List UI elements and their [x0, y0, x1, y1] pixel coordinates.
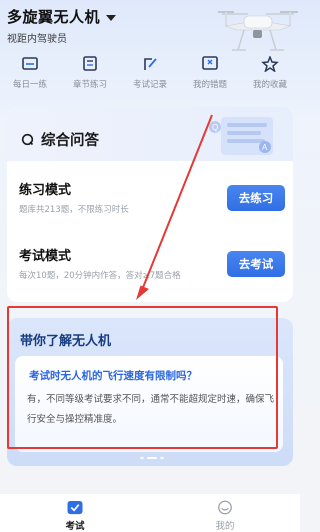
edit-icon: [144, 58, 157, 70]
app-title: 多旋翼无人机: [7, 8, 101, 26]
go-practice-button[interactable]: 去练习: [227, 185, 285, 211]
qa-card-header: 综合问答 Q A: [7, 107, 293, 161]
exam-icon: [67, 500, 83, 515]
quick-nav-label: 考试记录: [132, 80, 167, 90]
quick-nav-label: 我的错题: [192, 80, 227, 90]
svg-text:Q: Q: [212, 123, 218, 132]
practice-mode-row: 练习模式 题库共213题，不限练习时长 去练习: [19, 179, 285, 227]
quick-nav-chapter[interactable]: 章节练习: [60, 56, 120, 100]
quick-nav-daily[interactable]: 每日一练: [0, 56, 60, 100]
quick-nav-label: 每日一练: [12, 80, 47, 90]
tab-exam-label: 考试: [65, 521, 85, 532]
qa-card-title: 综合问答: [41, 133, 99, 149]
qa-illustration: Q A: [209, 117, 273, 155]
carousel-dot: [140, 457, 144, 459]
quick-nav-wrong[interactable]: 我的错题: [180, 56, 240, 100]
exam-mode-row: 考试模式 每次10题，20分钟内作答，答对≥7题合格 去考试: [19, 245, 285, 293]
tab-profile[interactable]: 我的: [150, 494, 300, 532]
practice-mode-desc: 题库共213题，不限练习时长: [19, 205, 129, 215]
wrong-icon: [202, 56, 218, 70]
license-subtitle: 视距内驾驶员: [7, 34, 67, 45]
list-icon: [83, 56, 97, 71]
svg-text:A: A: [262, 143, 268, 152]
carousel-dot: [160, 457, 164, 459]
exam-mode-title: 考试模式: [19, 249, 72, 264]
bottom-tab-bar: 考试 我的: [0, 494, 300, 532]
practice-mode-title: 练习模式: [19, 183, 72, 198]
chat-icon: [21, 133, 34, 146]
qa-card: 综合问答 Q A 练习模式 题库共213题，不限练习时长 去练习 考试模式 每次…: [7, 107, 293, 302]
header: 多旋翼无人机 视距内驾驶员: [0, 0, 300, 64]
exam-mode-desc: 每次10题，20分钟内作答，答对≥7题合格: [19, 271, 181, 281]
quick-nav-label: 我的收藏: [252, 80, 287, 90]
drone-intro-card[interactable]: 带你了解无人机 考试时无人机的飞行速度有限制吗？ 有，不同等级考试要求不同，通常…: [7, 318, 293, 466]
quick-nav-favorites[interactable]: 我的收藏: [240, 56, 300, 100]
intro-card-title: 带你了解无人机: [20, 334, 112, 349]
app-title-selector[interactable]: 多旋翼无人机: [7, 6, 117, 27]
intro-question: 考试时无人机的飞行速度有限制吗？: [29, 370, 197, 382]
intro-answer: 有，不同等级考试要求不同，通常不能超规定时速，确保飞行安全与操控精准度。: [27, 394, 275, 425]
chevron-down-icon: [106, 14, 117, 21]
tab-exam[interactable]: 考试: [0, 494, 150, 532]
intro-qa-panel: 考试时无人机的飞行速度有限制吗？ 有，不同等级考试要求不同，通常不能超规定时速，…: [15, 356, 283, 452]
carousel-indicator: [140, 457, 164, 459]
drone-illustration: [218, 11, 298, 51]
calendar-icon: [22, 57, 38, 70]
tab-profile-label: 我的: [215, 521, 235, 532]
profile-icon: [218, 500, 232, 515]
quick-nav: 每日一练 章节练习 考试记录 我的错题 我的收藏: [0, 56, 300, 100]
go-exam-button[interactable]: 去考试: [227, 251, 285, 277]
star-icon: [261, 56, 279, 72]
quick-nav-records[interactable]: 考试记录: [120, 56, 180, 100]
carousel-dot-active: [147, 457, 157, 459]
quick-nav-label: 章节练习: [72, 80, 107, 90]
